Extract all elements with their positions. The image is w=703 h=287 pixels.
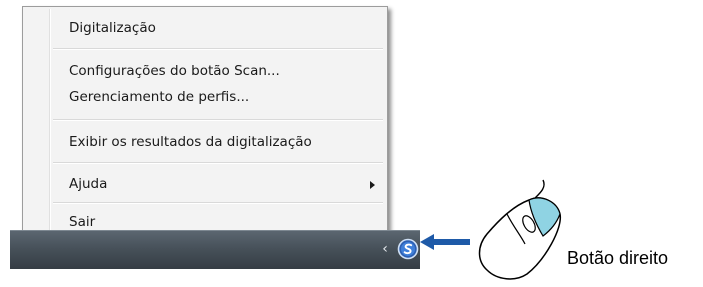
context-menu: Digitalização Configurações do botão Sca… <box>22 6 388 241</box>
menu-item-scan[interactable]: Digitalização <box>25 17 385 41</box>
annotation-caption: Botão direito <box>567 248 669 268</box>
taskbar: ‹ <box>10 230 420 269</box>
submenu-arrow-icon <box>370 181 375 189</box>
show-hidden-icons-chevron-icon[interactable]: ‹ <box>379 242 391 256</box>
menu-item-profile-management[interactable]: Gerenciamento de perfis... <box>25 86 385 110</box>
menu-item-scan-button-settings[interactable]: Configurações do botão Scan... <box>25 60 385 84</box>
scansnap-manager-icon[interactable] <box>397 238 419 260</box>
menu-item-label: Sair <box>69 214 96 230</box>
menu-item-label: Gerenciamento de perfis... <box>69 89 250 105</box>
menu-separator <box>53 119 383 121</box>
menu-separator <box>53 162 383 164</box>
menu-separator <box>53 48 383 50</box>
menu-item-help[interactable]: Ajuda <box>25 173 385 197</box>
menu-item-label: Ajuda <box>69 176 108 192</box>
menu-item-label: Configurações do botão Scan... <box>69 63 280 79</box>
menu-gutter <box>49 9 51 238</box>
mouse-right-click-icon <box>478 179 562 280</box>
menu-item-label: Exibir os resultados da digitalização <box>69 134 312 150</box>
menu-separator <box>53 202 383 204</box>
menu-item-label: Digitalização <box>69 20 156 36</box>
menu-item-show-scan-results[interactable]: Exibir os resultados da digitalização <box>25 131 385 155</box>
pointer-arrow-icon <box>420 234 470 250</box>
